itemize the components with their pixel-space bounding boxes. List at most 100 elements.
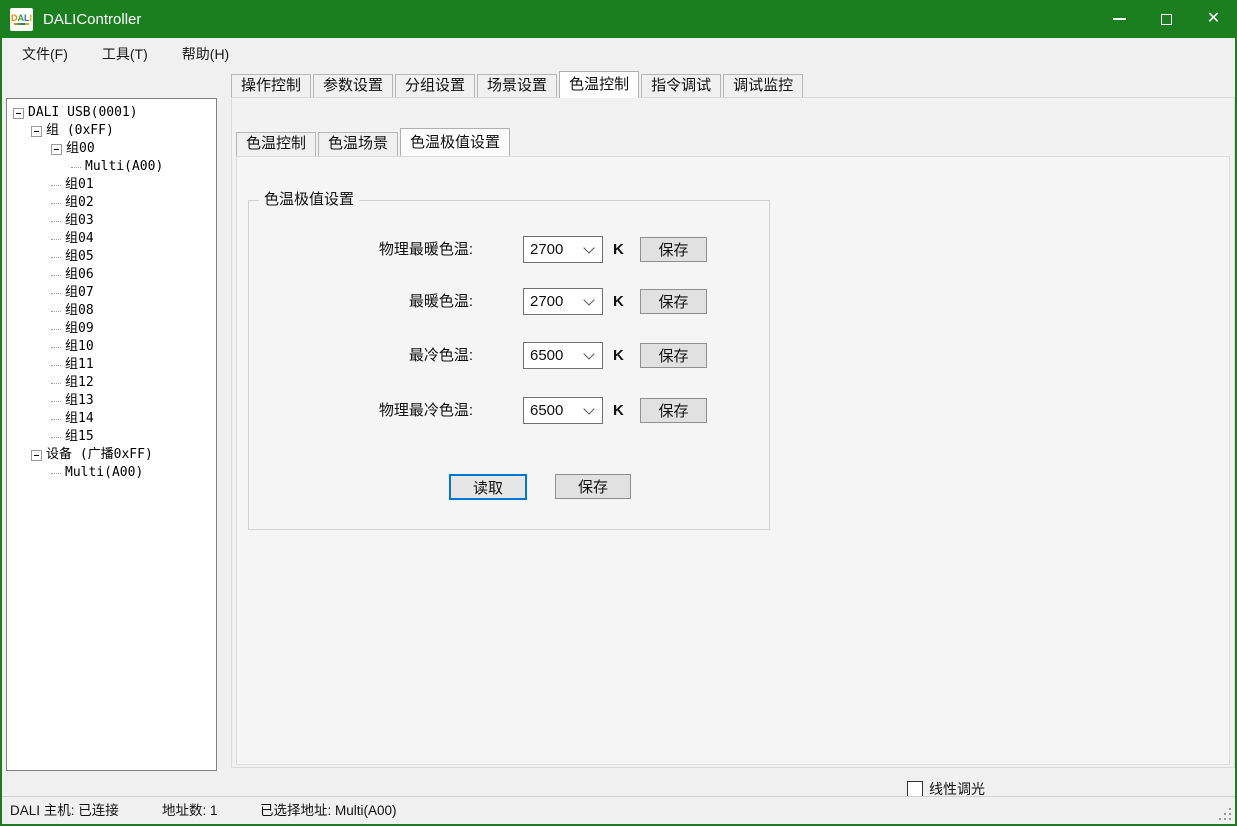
tree-node-multi-a00-broadcast[interactable]: Multi(A00) <box>7 464 216 482</box>
tree-node-group13[interactable]: 组13 <box>7 392 216 410</box>
warmest-combobox[interactable]: 2700 <box>523 288 603 315</box>
save-all-button[interactable]: 保存 <box>555 474 631 499</box>
tree-twig <box>51 347 61 348</box>
subtab-color-temp-control[interactable]: 色温控制 <box>236 132 316 156</box>
physical-warmest-combobox[interactable]: 2700 <box>523 236 603 263</box>
field-label: 最暖色温: <box>279 288 473 315</box>
field-label: 最冷色温: <box>279 342 473 369</box>
action-button-row: 读取 保存 <box>249 474 769 500</box>
chevron-down-icon <box>583 403 594 414</box>
main-tabstrip: 操作控制 参数设置 分组设置 场景设置 色温控制 指令调试 调试监控 <box>231 74 805 98</box>
tree-twig <box>51 239 61 240</box>
chevron-down-icon <box>583 348 594 359</box>
tree-node-group10[interactable]: 组10 <box>7 338 216 356</box>
tree-node-group05[interactable]: 组05 <box>7 248 216 266</box>
window-title: DALIController <box>43 11 141 28</box>
save-coolest-button[interactable]: 保存 <box>640 343 707 368</box>
coolest-combobox[interactable]: 6500 <box>523 342 603 369</box>
field-label: 物理最暖色温: <box>279 236 473 263</box>
form-row-physical-warmest: 物理最暖色温: 2700 K 保存 <box>249 236 769 263</box>
tab-color-temp-control[interactable]: 色温控制 <box>559 71 639 98</box>
tree-node-dali-usb[interactable]: DALI USB(0001) <box>7 104 216 122</box>
physical-coolest-combobox[interactable]: 6500 <box>523 397 603 424</box>
tree-node-group02[interactable]: 组02 <box>7 194 216 212</box>
menubar: 文件(F) 工具(T) 帮助(H) <box>2 38 1235 71</box>
tree-twig <box>51 419 61 420</box>
tree-twig <box>51 257 61 258</box>
tab-parameter-settings[interactable]: 参数设置 <box>313 74 393 98</box>
app-icon: DALI <box>10 8 33 31</box>
tree-node-group12[interactable]: 组12 <box>7 374 216 392</box>
unit-label: K <box>613 288 624 315</box>
form-row-coolest: 最冷色温: 6500 K 保存 <box>249 342 769 369</box>
form-row-physical-coolest: 物理最冷色温: 6500 K 保存 <box>249 397 769 424</box>
tree-node-group01[interactable]: 组01 <box>7 176 216 194</box>
tree-node-group00[interactable]: 组00 <box>7 140 216 158</box>
maximize-button[interactable] <box>1143 0 1190 38</box>
combobox-value: 6500 <box>524 347 585 364</box>
color-temp-limits-groupbox: 色温极值设置 物理最暖色温: 2700 K 保存 最暖色温: 2700 K 保存… <box>248 200 770 530</box>
tree-expander-icon[interactable] <box>51 144 62 155</box>
save-physical-coolest-button[interactable]: 保存 <box>640 398 707 423</box>
menu-help[interactable]: 帮助(H) <box>168 38 243 71</box>
close-button[interactable]: ✕ <box>1190 0 1237 38</box>
read-button[interactable]: 读取 <box>449 474 527 500</box>
save-warmest-button[interactable]: 保存 <box>640 289 707 314</box>
menu-file[interactable]: 文件(F) <box>8 38 82 71</box>
unit-label: K <box>613 342 624 369</box>
tree-node-group06[interactable]: 组06 <box>7 266 216 284</box>
tab-command-debug[interactable]: 指令调试 <box>641 74 721 98</box>
field-label: 物理最冷色温: <box>279 397 473 424</box>
tree-node-group07[interactable]: 组07 <box>7 284 216 302</box>
linear-dimming-checkbox[interactable] <box>907 781 923 797</box>
close-icon: ✕ <box>1207 11 1220 27</box>
tree-node-group14[interactable]: 组14 <box>7 410 216 428</box>
combobox-value: 2700 <box>524 293 585 310</box>
tab-debug-monitor[interactable]: 调试监控 <box>723 74 803 98</box>
tree-twig <box>51 293 61 294</box>
chevron-down-icon <box>583 294 594 305</box>
tree-node-group03[interactable]: 组03 <box>7 212 216 230</box>
tree-node-group08[interactable]: 组08 <box>7 302 216 320</box>
titlebar[interactable]: DALI DALIController ✕ <box>0 0 1237 38</box>
menu-tools[interactable]: 工具(T) <box>88 38 162 71</box>
tree-node-multi-a00[interactable]: Multi(A00) <box>7 158 216 176</box>
form-row-warmest: 最暖色温: 2700 K 保存 <box>249 288 769 315</box>
statusbar: DALI 主机: 已连接 地址数: 1 已选择地址: Multi(A00) <box>2 796 1235 824</box>
tab-scene-settings[interactable]: 场景设置 <box>477 74 557 98</box>
tree-twig <box>71 167 81 168</box>
tree-node-group-root[interactable]: 组 (0xFF) <box>7 122 216 140</box>
minimize-button[interactable] <box>1096 0 1143 38</box>
tree-expander-icon[interactable] <box>13 108 24 119</box>
subtab-color-temp-scene[interactable]: 色温场景 <box>318 132 398 156</box>
tree-node-group04[interactable]: 组04 <box>7 230 216 248</box>
tree-twig <box>51 401 61 402</box>
tree-expander-icon[interactable] <box>31 126 42 137</box>
tree-twig <box>51 365 61 366</box>
tree-node-group15[interactable]: 组15 <box>7 428 216 446</box>
unit-label: K <box>613 397 624 424</box>
tab-operation-control[interactable]: 操作控制 <box>231 74 311 98</box>
tree-node-group09[interactable]: 组09 <box>7 320 216 338</box>
save-physical-warmest-button[interactable]: 保存 <box>640 237 707 262</box>
tab-grouping-settings[interactable]: 分组设置 <box>395 74 475 98</box>
resize-grip[interactable] <box>1219 808 1232 821</box>
dali-controller-window: { "window": { "title": "DALIController",… <box>0 0 1237 826</box>
status-host-connection: DALI 主机: 已连接 <box>10 797 119 825</box>
tree-twig <box>51 383 61 384</box>
tree-twig <box>51 311 61 312</box>
subtab-color-temp-limits[interactable]: 色温极值设置 <box>400 128 510 156</box>
tree-node-device-broadcast[interactable]: 设备 (广播0xFF) <box>7 446 216 464</box>
sub-tabstrip: 色温控制 色温场景 色温极值设置 <box>236 129 512 156</box>
maximize-icon <box>1161 14 1172 25</box>
combobox-value: 6500 <box>524 402 585 419</box>
tree-node-group11[interactable]: 组11 <box>7 356 216 374</box>
groupbox-title: 色温极值设置 <box>259 190 359 210</box>
device-tree: DALI USB(0001) 组 (0xFF) 组00 Multi(A00) 组… <box>6 98 217 771</box>
tree-twig <box>51 329 61 330</box>
tree-expander-icon[interactable] <box>31 450 42 461</box>
tree-twig <box>51 221 61 222</box>
window-controls: ✕ <box>1096 0 1237 38</box>
minimize-icon <box>1113 18 1126 20</box>
chevron-down-icon <box>583 242 594 253</box>
